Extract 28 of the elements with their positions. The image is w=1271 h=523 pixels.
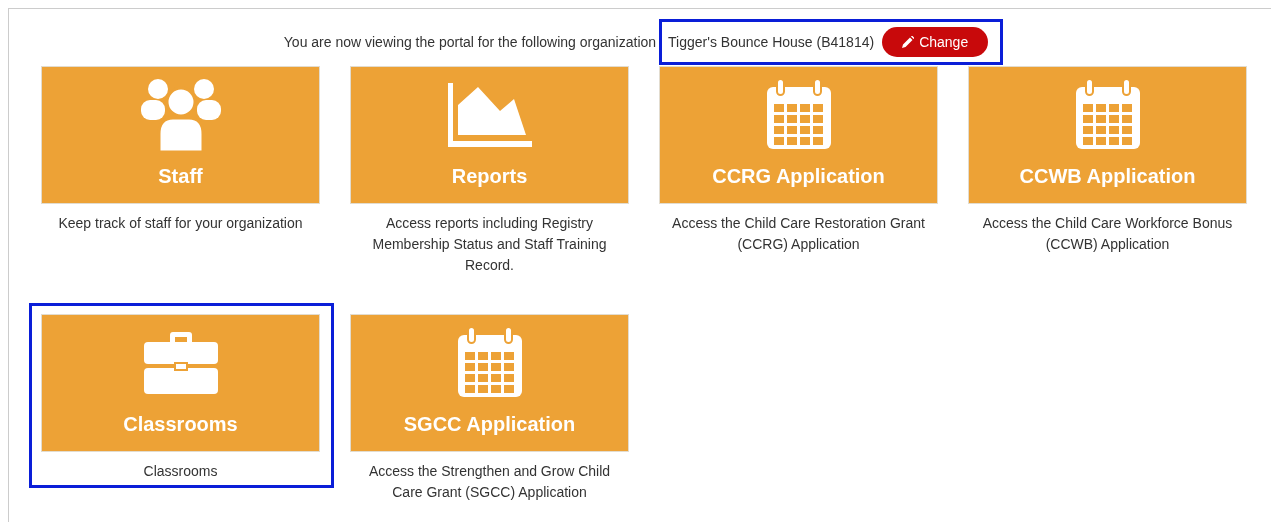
portal-tile[interactable]: Classrooms [42, 315, 319, 451]
tile-title: CCRG Application [712, 165, 885, 188]
tile-description: Access the Child Care Restoration Grant (CCRG) Application [671, 214, 926, 254]
tile-description: Access the Child Care Workforce Bonus (CCWB) Application [981, 214, 1234, 254]
pencil-icon [902, 36, 915, 48]
portal-tile[interactable]: SGCC Application [351, 315, 628, 451]
portal-tile[interactable]: CCRG Application [660, 67, 937, 203]
calendar-icon [455, 327, 524, 399]
portal-tile[interactable]: Staff [42, 67, 319, 203]
tile-title: Staff [158, 165, 203, 188]
tile-description: Access the Strengthen and Grow Child Care Grant (SGCC) Application [367, 462, 612, 502]
tile-title: Classrooms [123, 413, 238, 436]
portal-message: You are now viewing the portal for the following organization [283, 34, 657, 50]
area-chart-icon [447, 83, 532, 147]
calendar-icon [764, 79, 833, 151]
portal-tile[interactable]: CCWB Application [969, 67, 1246, 203]
tile-title: Reports [451, 165, 528, 188]
tile-title: SGCC Application [403, 413, 576, 436]
tile-description: Keep track of staff for your organization [57, 214, 304, 233]
change-button[interactable]: Change [882, 27, 989, 57]
tile-title: CCWB Application [1019, 165, 1196, 188]
tile-description: Classrooms [142, 462, 219, 481]
calendar-icon [1073, 79, 1142, 151]
portal-tile[interactable]: Reports [351, 67, 628, 203]
people-icon [140, 78, 221, 152]
tile-description: Access reports including Registry Membership Status and Staff Training Record. [371, 214, 608, 275]
briefcase-icon [143, 332, 218, 394]
organization-name: Tigger's Bounce House (B41814) [668, 34, 875, 50]
